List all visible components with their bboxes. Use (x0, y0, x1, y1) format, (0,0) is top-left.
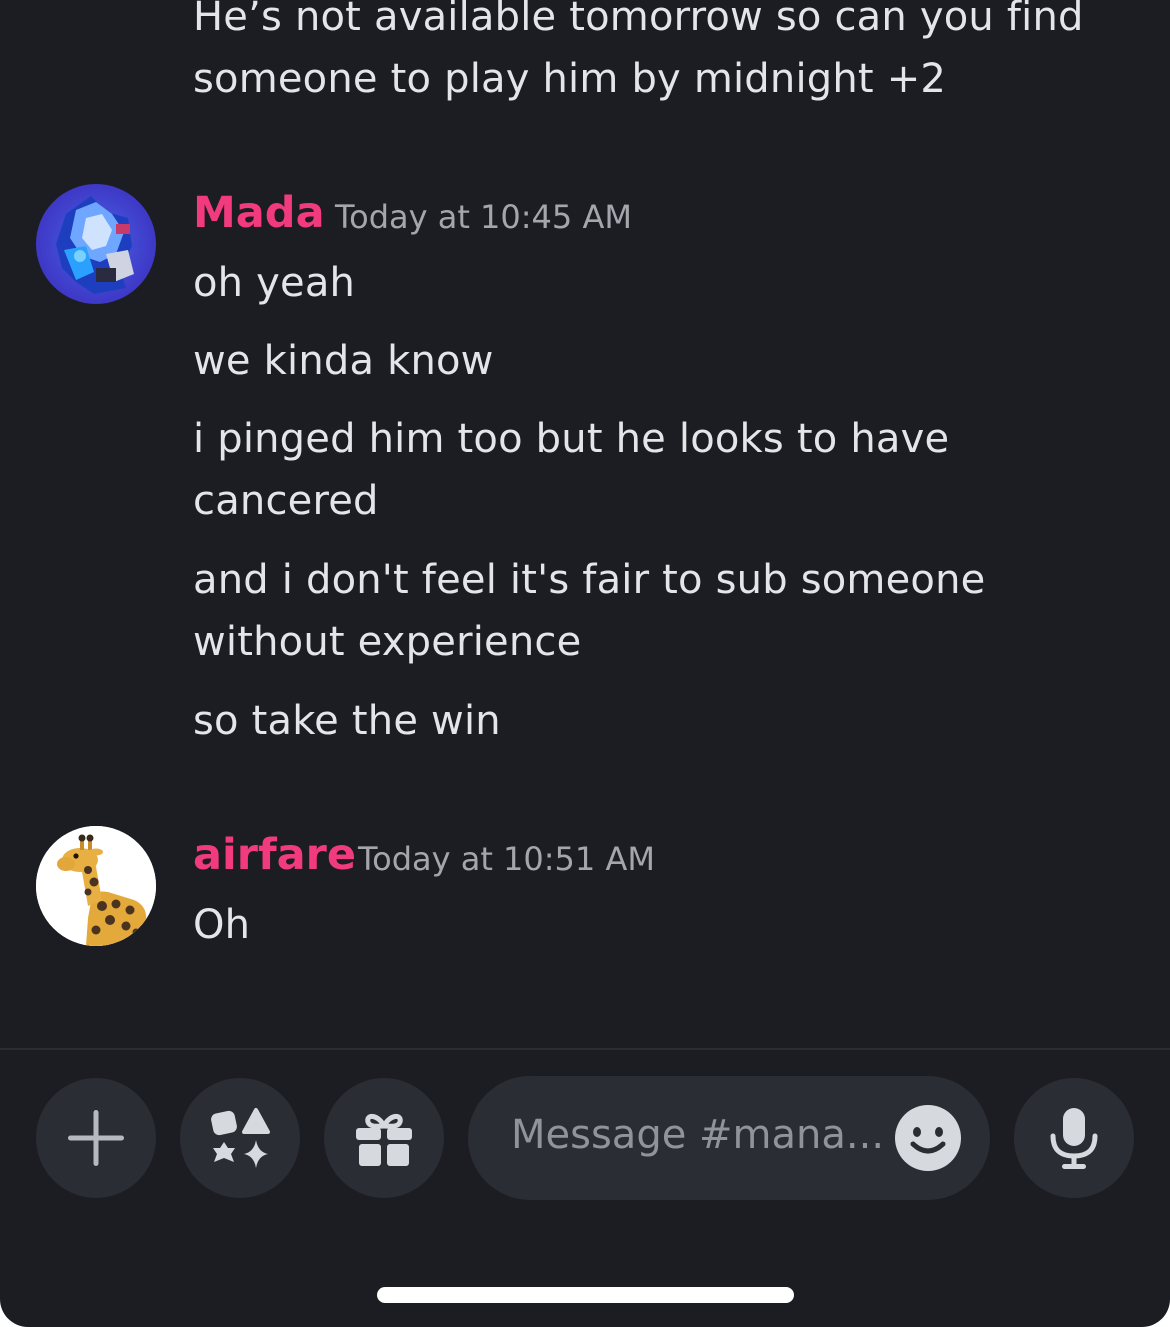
composer-divider (0, 1048, 1170, 1050)
plus-icon (68, 1110, 124, 1166)
username[interactable]: airfare (193, 830, 356, 880)
message-input[interactable]: Message #mana... (468, 1076, 990, 1200)
giraffe-avatar-icon[interactable] (36, 826, 156, 946)
message-line: someone to play him by midnight +2 (193, 56, 947, 102)
message-line: oh yeah (193, 260, 356, 306)
message-line: i pinged him too but he looks to have (193, 416, 950, 462)
apps-button[interactable] (180, 1078, 300, 1198)
robot-avatar-icon[interactable] (36, 184, 156, 304)
message-input-placeholder: Message #mana... (511, 1112, 885, 1158)
message-line: and i don't feel it's fair to sub someon… (193, 557, 986, 603)
message-timestamp: Today at 10:45 AM (335, 198, 632, 236)
message-timestamp: Today at 10:51 AM (358, 840, 655, 878)
voice-message-button[interactable] (1014, 1078, 1134, 1198)
message-line: so take the win (193, 698, 501, 744)
emoji-icon[interactable] (894, 1104, 962, 1172)
gift-button[interactable] (324, 1078, 444, 1198)
add-attachment-button[interactable] (36, 1078, 156, 1198)
message-line: we kinda know (193, 338, 494, 384)
apps-icon (211, 1108, 270, 1168)
message-line: cancered (193, 478, 379, 524)
message-line: He’s not available tomorrow so can you f… (193, 0, 1084, 40)
message-line: Oh (193, 902, 251, 948)
chat-screen: He’s not available tomorrow so can you f… (0, 0, 1170, 1327)
gift-icon (356, 1114, 412, 1166)
home-indicator[interactable] (377, 1287, 794, 1303)
microphone-icon (1050, 1108, 1098, 1169)
username[interactable]: Mada (193, 188, 325, 238)
message-line: without experience (193, 619, 582, 665)
